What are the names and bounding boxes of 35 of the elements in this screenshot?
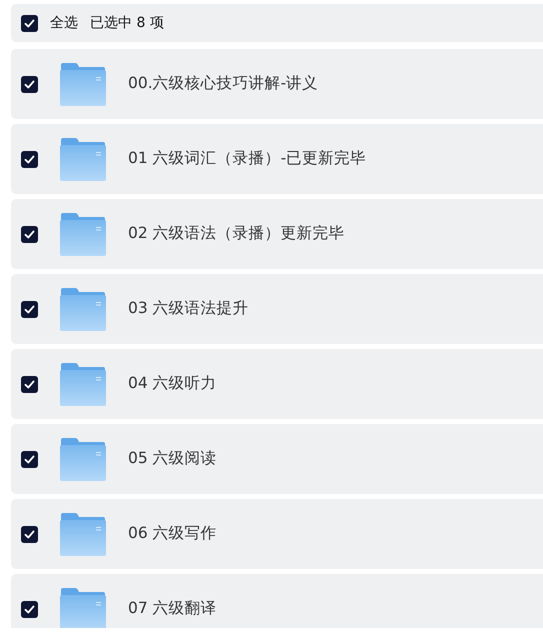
folder-icon	[60, 212, 106, 256]
checkbox[interactable]	[21, 450, 38, 468]
checkbox[interactable]	[21, 300, 38, 318]
folder-row[interactable]: 06 六级写作	[11, 499, 543, 569]
checkbox[interactable]	[21, 76, 38, 92]
folder-row[interactable]: 01 六级词汇（录播）-已更新完毕	[11, 124, 543, 194]
folder-name: 04 六级听力	[128, 373, 217, 394]
select-all-label: 全选	[50, 14, 78, 32]
folder-row[interactable]: 02 六级语法（录播）更新完毕	[11, 199, 543, 269]
folder-row[interactable]: 07 六级翻译	[11, 574, 543, 628]
folder-icon	[60, 288, 106, 330]
folder-icon	[60, 362, 106, 406]
checkbox[interactable]	[21, 600, 38, 618]
folder-name: 07 六级翻译	[128, 598, 217, 620]
checkbox[interactable]	[21, 226, 38, 242]
folder-name: 03 六级语法提升	[128, 298, 249, 320]
folder-icon	[60, 588, 106, 628]
folder-icon	[60, 138, 106, 180]
folder-row[interactable]: 03 六级语法提升	[11, 274, 543, 344]
checkbox[interactable]	[21, 526, 38, 542]
checkbox[interactable]	[21, 150, 38, 168]
folder-row[interactable]: 04 六级听力	[11, 349, 543, 419]
folder-icon	[60, 512, 106, 556]
folder-name: 02 六级语法（录播）更新完毕	[128, 223, 345, 244]
folder-name: 01 六级词汇（录播）-已更新完毕	[128, 148, 366, 170]
folder-name: 06 六级写作	[128, 523, 217, 544]
folder-name: 05 六级阅读	[128, 448, 217, 470]
folder-name: 00.六级核心技巧讲解-讲义	[128, 73, 318, 94]
folder-row[interactable]: 00.六级核心技巧讲解-讲义	[11, 49, 543, 119]
folder-icon	[60, 62, 106, 106]
checkbox[interactable]	[21, 376, 38, 392]
checkbox[interactable]	[21, 14, 38, 32]
selection-count: 已选中 8 项	[90, 14, 164, 32]
folder-row[interactable]: 05 六级阅读	[11, 424, 543, 494]
folder-icon	[60, 438, 106, 480]
